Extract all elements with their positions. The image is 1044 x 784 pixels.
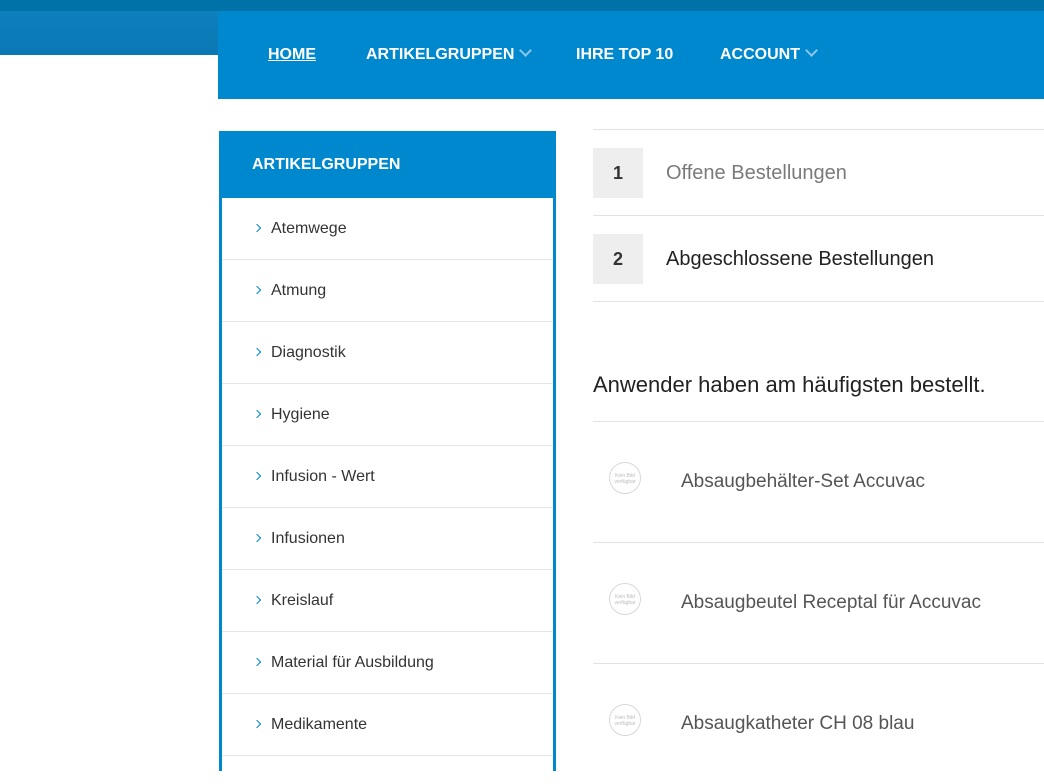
- sidebar-item-medikamente[interactable]: Medikamente: [222, 694, 553, 756]
- product-name: Absaugbehälter-Set Accuvac: [681, 471, 925, 492]
- chevron-right-icon: [252, 285, 262, 295]
- sidebar-item-diagnostik[interactable]: Diagnostik: [222, 322, 553, 384]
- sidebar-title: ARTIKELGRUPPEN: [219, 131, 556, 198]
- order-steps: 1 Offene Bestellungen 2 Abgeschlossene B…: [593, 129, 1044, 302]
- completed-orders-link[interactable]: 2 Abgeschlossene Bestellungen: [593, 215, 1044, 302]
- sidebar-item-infusionen[interactable]: Infusionen: [222, 508, 553, 570]
- sidebar-item-label: Kreislauf: [271, 592, 334, 609]
- chevron-right-icon: [252, 409, 262, 419]
- top-strip: [0, 0, 1044, 11]
- nav-account[interactable]: ACCOUNT: [720, 11, 818, 99]
- top-products-title: Anwender haben am häufigsten bestellt.: [593, 372, 986, 397]
- sidebar-item-infusion-wert[interactable]: Infusion - Wert: [222, 446, 553, 508]
- product-item[interactable]: Kein Bild verfügbar Absaugbeutel Recepta…: [593, 542, 1044, 663]
- sidebar-item-label: Infusionen: [271, 530, 345, 547]
- sidebar-item-label: Hygiene: [271, 406, 330, 423]
- chevron-right-icon: [252, 471, 262, 481]
- header-left-band: [0, 11, 218, 55]
- no-image-placeholder-icon: Kein Bild verfügbar: [609, 704, 641, 736]
- nav-home-label: HOME: [268, 46, 316, 63]
- chevron-right-icon: [252, 223, 262, 233]
- sidebar-item-hygiene[interactable]: Hygiene: [222, 384, 553, 446]
- sidebar-item-atemwege[interactable]: Atemwege: [222, 198, 553, 260]
- sidebar-item-label: Atemwege: [271, 220, 347, 237]
- sidebar-item-label: Atmung: [271, 282, 327, 299]
- sidebar-item-material-fuer-ausbildung[interactable]: Material für Ausbildung: [222, 632, 553, 694]
- chevron-down-icon: [519, 44, 533, 57]
- chevron-right-icon: [252, 533, 262, 543]
- no-image-placeholder-icon: Kein Bild verfügbar: [609, 583, 641, 615]
- nav-ihre-top-10[interactable]: IHRE TOP 10: [576, 11, 673, 99]
- nav-artikelgruppen[interactable]: ARTIKELGRUPPEN: [366, 11, 533, 99]
- product-name: Absaugbeutel Receptal für Accuvac: [681, 592, 981, 613]
- chevron-right-icon: [252, 719, 262, 729]
- no-image-placeholder-icon: Kein Bild verfügbar: [609, 462, 641, 494]
- sidebar-item-atmung[interactable]: Atmung: [222, 260, 553, 322]
- sidebar-item-label: Infusion - Wert: [271, 468, 375, 485]
- step-number: 1: [593, 148, 643, 198]
- sidebar-list: Atemwege Atmung Diagnostik Hygiene Infus…: [222, 198, 553, 756]
- category-sidebar: ARTIKELGRUPPEN Atemwege Atmung Diagnosti…: [219, 131, 556, 771]
- product-item[interactable]: Kein Bild verfügbar Absaugkatheter CH 08…: [593, 663, 1044, 784]
- chevron-right-icon: [252, 595, 262, 605]
- chevron-down-icon: [805, 44, 818, 57]
- nav-artikelgruppen-label: ARTIKELGRUPPEN: [366, 46, 515, 63]
- main-navbar: HOME ARTIKELGRUPPEN IHRE TOP 10 ACCOUNT: [218, 11, 1044, 99]
- sidebar-item-label: Diagnostik: [271, 344, 346, 361]
- step-number: 2: [593, 234, 643, 284]
- chevron-right-icon: [252, 347, 262, 357]
- sidebar-item-label: Medikamente: [271, 716, 368, 733]
- step-label: Abgeschlossene Bestellungen: [666, 248, 934, 270]
- product-item[interactable]: Kein Bild verfügbar Absaugbehälter-Set A…: [593, 421, 1044, 542]
- nav-account-label: ACCOUNT: [720, 46, 800, 63]
- step-label: Offene Bestellungen: [666, 162, 847, 184]
- sidebar-item-kreislauf[interactable]: Kreislauf: [222, 570, 553, 632]
- sidebar-item-label: Material für Ausbildung: [271, 654, 434, 671]
- chevron-right-icon: [252, 657, 262, 667]
- top-products-list: Kein Bild verfügbar Absaugbehälter-Set A…: [593, 421, 1044, 784]
- open-orders-link[interactable]: 1 Offene Bestellungen: [593, 129, 1044, 215]
- product-name: Absaugkatheter CH 08 blau: [681, 713, 915, 734]
- nav-top10-label: IHRE TOP 10: [576, 46, 674, 63]
- nav-home[interactable]: HOME: [268, 11, 316, 99]
